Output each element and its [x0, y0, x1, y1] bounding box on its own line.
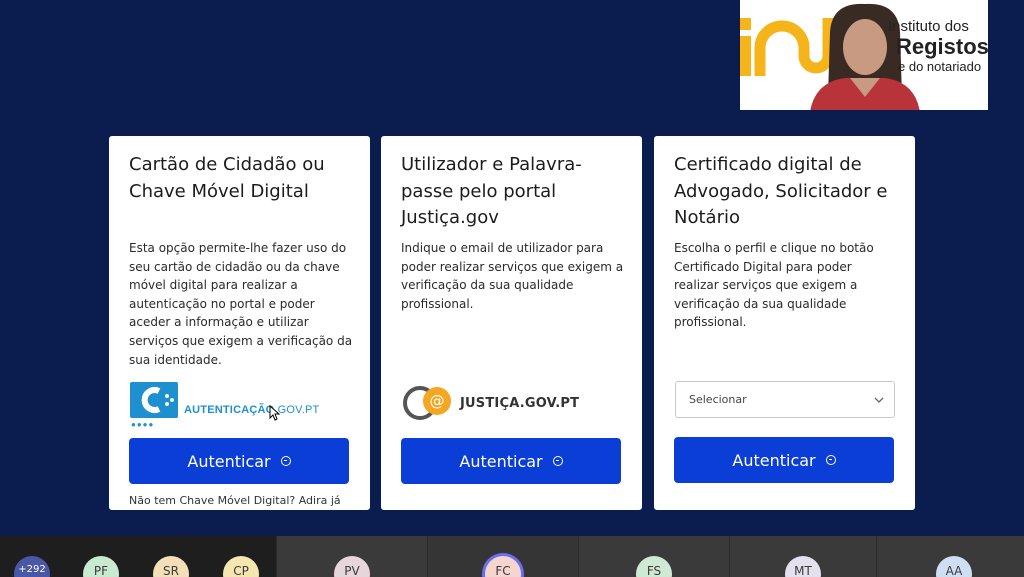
- participant-avatar: FS: [636, 556, 672, 577]
- irn-logo-line2: Registos: [896, 34, 988, 59]
- autenticar-button-label: Autenticar: [187, 451, 271, 471]
- autenticar-button[interactable]: Autenticar: [674, 437, 894, 483]
- autenticacao-gov-text-bold: AUTENTICAÇÃO: [184, 404, 275, 416]
- participant-avatar: PV: [334, 556, 370, 577]
- card-description: Escolha o perfil e clique no botão Certi…: [674, 241, 874, 330]
- card-certificado-digital: Certificado digital de Advogado, Solicit…: [654, 136, 915, 510]
- speaker-video[interactable]: Instituto dos Registos e do notariado: [740, 0, 988, 110]
- chave-movel-footnote[interactable]: Não tem Chave Móvel Digital? Adira já: [129, 494, 359, 507]
- card-utilizador-palavra-passe: Utilizador e Palavra-passe pelo portal J…: [381, 136, 642, 510]
- arrow-circle-icon: [280, 456, 291, 466]
- autenticacao-gov-text: AUTENTICAÇÃO.GOV.PT: [184, 404, 319, 416]
- autenticar-button-label: Autenticar: [459, 451, 543, 471]
- justica-gov-text: JUSTIÇA.GOV.PT: [460, 396, 580, 411]
- participant-tile[interactable]: FS: [579, 536, 729, 577]
- participant-avatar[interactable]: CP: [223, 556, 259, 577]
- autenticacao-gov-text-rest: .GOV.PT: [274, 404, 320, 416]
- avatar-initials: FS: [646, 564, 662, 577]
- participant-avatar: MT: [785, 556, 821, 577]
- participant-avatar[interactable]: SR: [153, 556, 189, 577]
- participant-avatar: AA: [936, 556, 972, 577]
- avatar-initials: MT: [794, 564, 812, 577]
- participant-tile-group: +292 PF SR CP: [0, 536, 276, 577]
- avatar-initials: +292: [18, 564, 46, 575]
- svg-text:@: @: [430, 392, 445, 410]
- card-cartao-cidadao: Cartão de Cidadão ou Chave Móvel Digital…: [109, 136, 370, 510]
- participants-bar: +292 PF SR CP PV FC FS MT AA: [0, 536, 1024, 577]
- avatar-initials: PF: [93, 564, 109, 577]
- arrow-circle-icon: [552, 456, 563, 466]
- perfil-select-value: Selecionar: [689, 393, 747, 406]
- participant-tile[interactable]: AA: [877, 536, 1024, 577]
- chevron-down-icon: [874, 397, 884, 403]
- participant-avatar[interactable]: PF: [83, 556, 119, 577]
- autenticacao-gov-logo: AUTENTICAÇÃO.GOV.PT ●●●●: [129, 382, 329, 429]
- participant-avatar: FC: [485, 556, 521, 577]
- autenticar-button[interactable]: Autenticar: [401, 438, 621, 484]
- participant-tile[interactable]: PV: [277, 536, 427, 577]
- avatar-initials: SR: [163, 564, 179, 577]
- card-title: Cartão de Cidadão ou Chave Móvel Digital: [129, 154, 325, 202]
- mouse-cursor-icon: [269, 405, 281, 421]
- card-description: Indique o email de utilizador para poder…: [401, 241, 624, 311]
- autenticacao-gov-icon: [130, 382, 178, 418]
- irn-logo-text: Instituto dos Registos e do notariado: [888, 18, 988, 75]
- justica-gov-icon: @: [403, 386, 451, 420]
- card-title: Certificado digital de Advogado, Solicit…: [674, 154, 888, 228]
- more-participants-avatar[interactable]: +292: [14, 556, 50, 577]
- autenticacao-gov-dots: ●●●●: [131, 420, 155, 429]
- participant-tile-speaking[interactable]: FC: [428, 536, 578, 577]
- autenticar-button[interactable]: Autenticar: [129, 438, 349, 484]
- avatar-initials: PV: [344, 564, 360, 577]
- avatar-initials: FC: [495, 564, 511, 577]
- card-description: Esta opção permite-lhe fazer uso do seu …: [129, 241, 353, 367]
- irn-logo-line1: Instituto dos: [888, 18, 969, 35]
- autenticar-button-label: Autenticar: [732, 450, 816, 470]
- avatar-initials: AA: [945, 564, 963, 577]
- card-title: Utilizador e Palavra-passe pelo portal J…: [401, 154, 582, 228]
- meeting-stage: Instituto dos Registos e do notariado Ca…: [0, 0, 1024, 536]
- participant-tile[interactable]: MT: [730, 536, 876, 577]
- arrow-circle-icon: [825, 455, 836, 465]
- avatar-initials: CP: [233, 564, 249, 577]
- irn-logo-line3: e do notariado: [898, 59, 982, 74]
- justica-gov-logo: @ JUSTIÇA.GOV.PT: [403, 385, 593, 421]
- perfil-select[interactable]: Selecionar: [675, 381, 895, 418]
